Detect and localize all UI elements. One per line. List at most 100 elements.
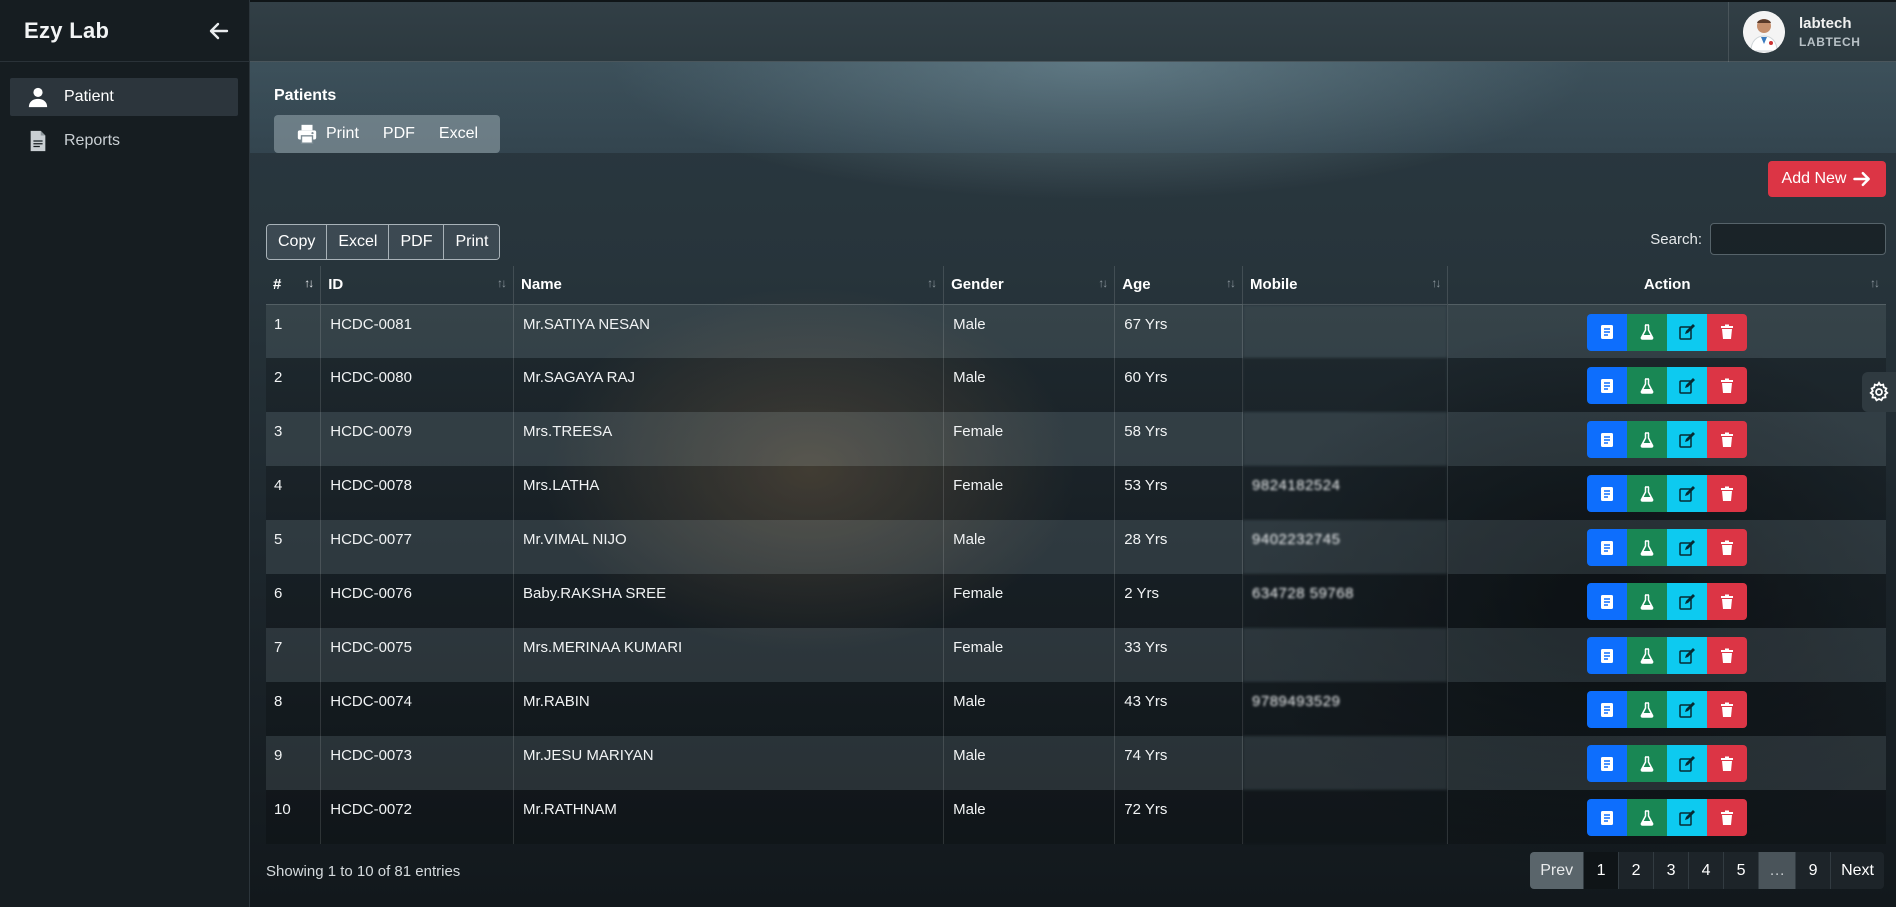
print-label: Print — [326, 125, 359, 142]
column-header-action[interactable]: Action ↑↓ — [1447, 266, 1886, 305]
page-button-2[interactable]: 2 — [1618, 852, 1654, 889]
page-button-1[interactable]: 1 — [1583, 852, 1619, 889]
table-info: Showing 1 to 10 of 81 entries — [266, 863, 461, 880]
patient-age: 74 Yrs — [1114, 736, 1243, 790]
column-header-mobile[interactable]: Mobile ↑↓ — [1242, 266, 1448, 305]
patient-age: 58 Yrs — [1114, 412, 1243, 466]
edit-button[interactable] — [1667, 583, 1708, 620]
patient-mobile: 9402232745 — [1242, 520, 1448, 574]
report-icon — [1599, 648, 1615, 664]
lab-test-button[interactable] — [1627, 583, 1668, 620]
edit-button[interactable] — [1667, 421, 1708, 458]
delete-button[interactable] — [1707, 313, 1748, 351]
edit-button[interactable] — [1667, 313, 1708, 351]
edit-button[interactable] — [1667, 475, 1708, 512]
excel-button[interactable]: Excel — [427, 125, 490, 143]
column-header-name[interactable]: Name ↑↓ — [513, 266, 944, 305]
lab-test-button[interactable] — [1627, 691, 1668, 728]
row-actions — [1447, 628, 1886, 682]
copy-button[interactable]: Copy — [267, 225, 328, 259]
lab-test-button[interactable] — [1627, 313, 1668, 351]
lab-test-button[interactable] — [1627, 475, 1668, 512]
view-report-button[interactable] — [1587, 421, 1628, 458]
table-row: 3 HCDC-0079 Mrs.TREESA Female 58 Yrs — [266, 412, 1886, 466]
flask-icon — [1639, 701, 1655, 718]
row-number: 10 — [266, 790, 321, 844]
pdf-button[interactable]: PDF — [371, 125, 427, 143]
edit-button[interactable] — [1667, 529, 1708, 566]
delete-button[interactable] — [1707, 529, 1748, 566]
table-row: 2 HCDC-0080 Mr.SAGAYA RAJ Male 60 Yrs — [266, 358, 1886, 412]
lab-test-button[interactable] — [1627, 637, 1668, 674]
edit-icon — [1679, 485, 1696, 502]
pdf-label: PDF — [382, 125, 415, 142]
trash-icon — [1720, 378, 1734, 394]
add-new-button[interactable]: Add New — [1768, 161, 1886, 197]
edit-icon — [1679, 701, 1696, 718]
view-report-button[interactable] — [1587, 691, 1628, 728]
delete-button[interactable] — [1707, 745, 1748, 782]
page-button-5[interactable]: 5 — [1723, 852, 1759, 889]
lab-test-button[interactable] — [1627, 745, 1668, 782]
search-input[interactable] — [1710, 223, 1886, 255]
delete-button[interactable] — [1707, 367, 1748, 404]
edit-button[interactable] — [1667, 637, 1708, 674]
lab-test-button[interactable] — [1627, 367, 1668, 404]
edit-button[interactable] — [1667, 691, 1708, 728]
sidebar-item-patient[interactable]: Patient — [10, 78, 238, 116]
view-report-button[interactable] — [1587, 529, 1628, 566]
delete-button[interactable] — [1707, 475, 1748, 512]
page-button-3[interactable]: 3 — [1653, 852, 1689, 889]
user-menu[interactable]: labtech LABTECH — [1728, 2, 1896, 62]
delete-button[interactable] — [1707, 421, 1748, 458]
view-report-button[interactable] — [1587, 583, 1628, 620]
row-number: 9 — [266, 736, 321, 790]
next-page-button[interactable]: Next — [1830, 852, 1884, 889]
column-header-age[interactable]: Age ↑↓ — [1114, 266, 1243, 305]
table-row: 10 HCDC-0072 Mr.RATHNAM Male 72 Yrs — [266, 790, 1886, 844]
view-report-button[interactable] — [1587, 313, 1628, 351]
lab-test-button[interactable] — [1627, 799, 1668, 836]
view-report-button[interactable] — [1587, 637, 1628, 674]
table-pdf-button[interactable]: PDF — [389, 225, 445, 259]
lab-test-button[interactable] — [1627, 421, 1668, 458]
edit-button[interactable] — [1667, 745, 1708, 782]
column-header-number[interactable]: # ↑↓ — [266, 266, 321, 305]
print-button[interactable]: Print — [284, 123, 371, 145]
column-header-id[interactable]: ID ↑↓ — [320, 266, 514, 305]
row-number: 5 — [266, 520, 321, 574]
top-bar: labtech LABTECH — [250, 0, 1896, 62]
page-title: Patients — [274, 87, 337, 104]
delete-button[interactable] — [1707, 637, 1748, 674]
sidebar-item-reports[interactable]: Reports — [10, 122, 238, 160]
patient-mobile: 634728 59768 — [1242, 574, 1448, 628]
row-actions — [1447, 304, 1886, 358]
edit-button[interactable] — [1667, 799, 1708, 836]
report-icon — [1599, 810, 1615, 826]
view-report-button[interactable] — [1587, 745, 1628, 782]
view-report-button[interactable] — [1587, 367, 1628, 404]
table-print-button[interactable]: Print — [444, 225, 500, 259]
page-ellipsis: … — [1758, 852, 1796, 889]
lab-test-button[interactable] — [1627, 529, 1668, 566]
delete-button[interactable] — [1707, 691, 1748, 728]
patient-name: Baby.RAKSHA SREE — [513, 574, 944, 628]
action-button-group — [1587, 637, 1748, 674]
delete-button[interactable] — [1707, 583, 1748, 620]
page-button-9[interactable]: 9 — [1795, 852, 1831, 889]
view-report-button[interactable] — [1587, 475, 1628, 512]
settings-gear-icon[interactable] — [1862, 372, 1896, 412]
table-excel-button[interactable]: Excel — [327, 225, 390, 259]
prev-page-button[interactable]: Prev — [1530, 852, 1584, 889]
page-button-4[interactable]: 4 — [1688, 852, 1724, 889]
view-report-button[interactable] — [1587, 799, 1628, 836]
report-icon — [1599, 432, 1615, 448]
row-number: 2 — [266, 358, 321, 412]
column-header-gender[interactable]: Gender ↑↓ — [943, 266, 1115, 305]
collapse-sidebar-arrow-icon[interactable] — [207, 19, 231, 43]
delete-button[interactable] — [1707, 799, 1748, 836]
patient-mobile — [1242, 358, 1448, 412]
trash-icon — [1720, 324, 1734, 340]
edit-button[interactable] — [1667, 367, 1708, 404]
flask-icon — [1639, 377, 1655, 394]
